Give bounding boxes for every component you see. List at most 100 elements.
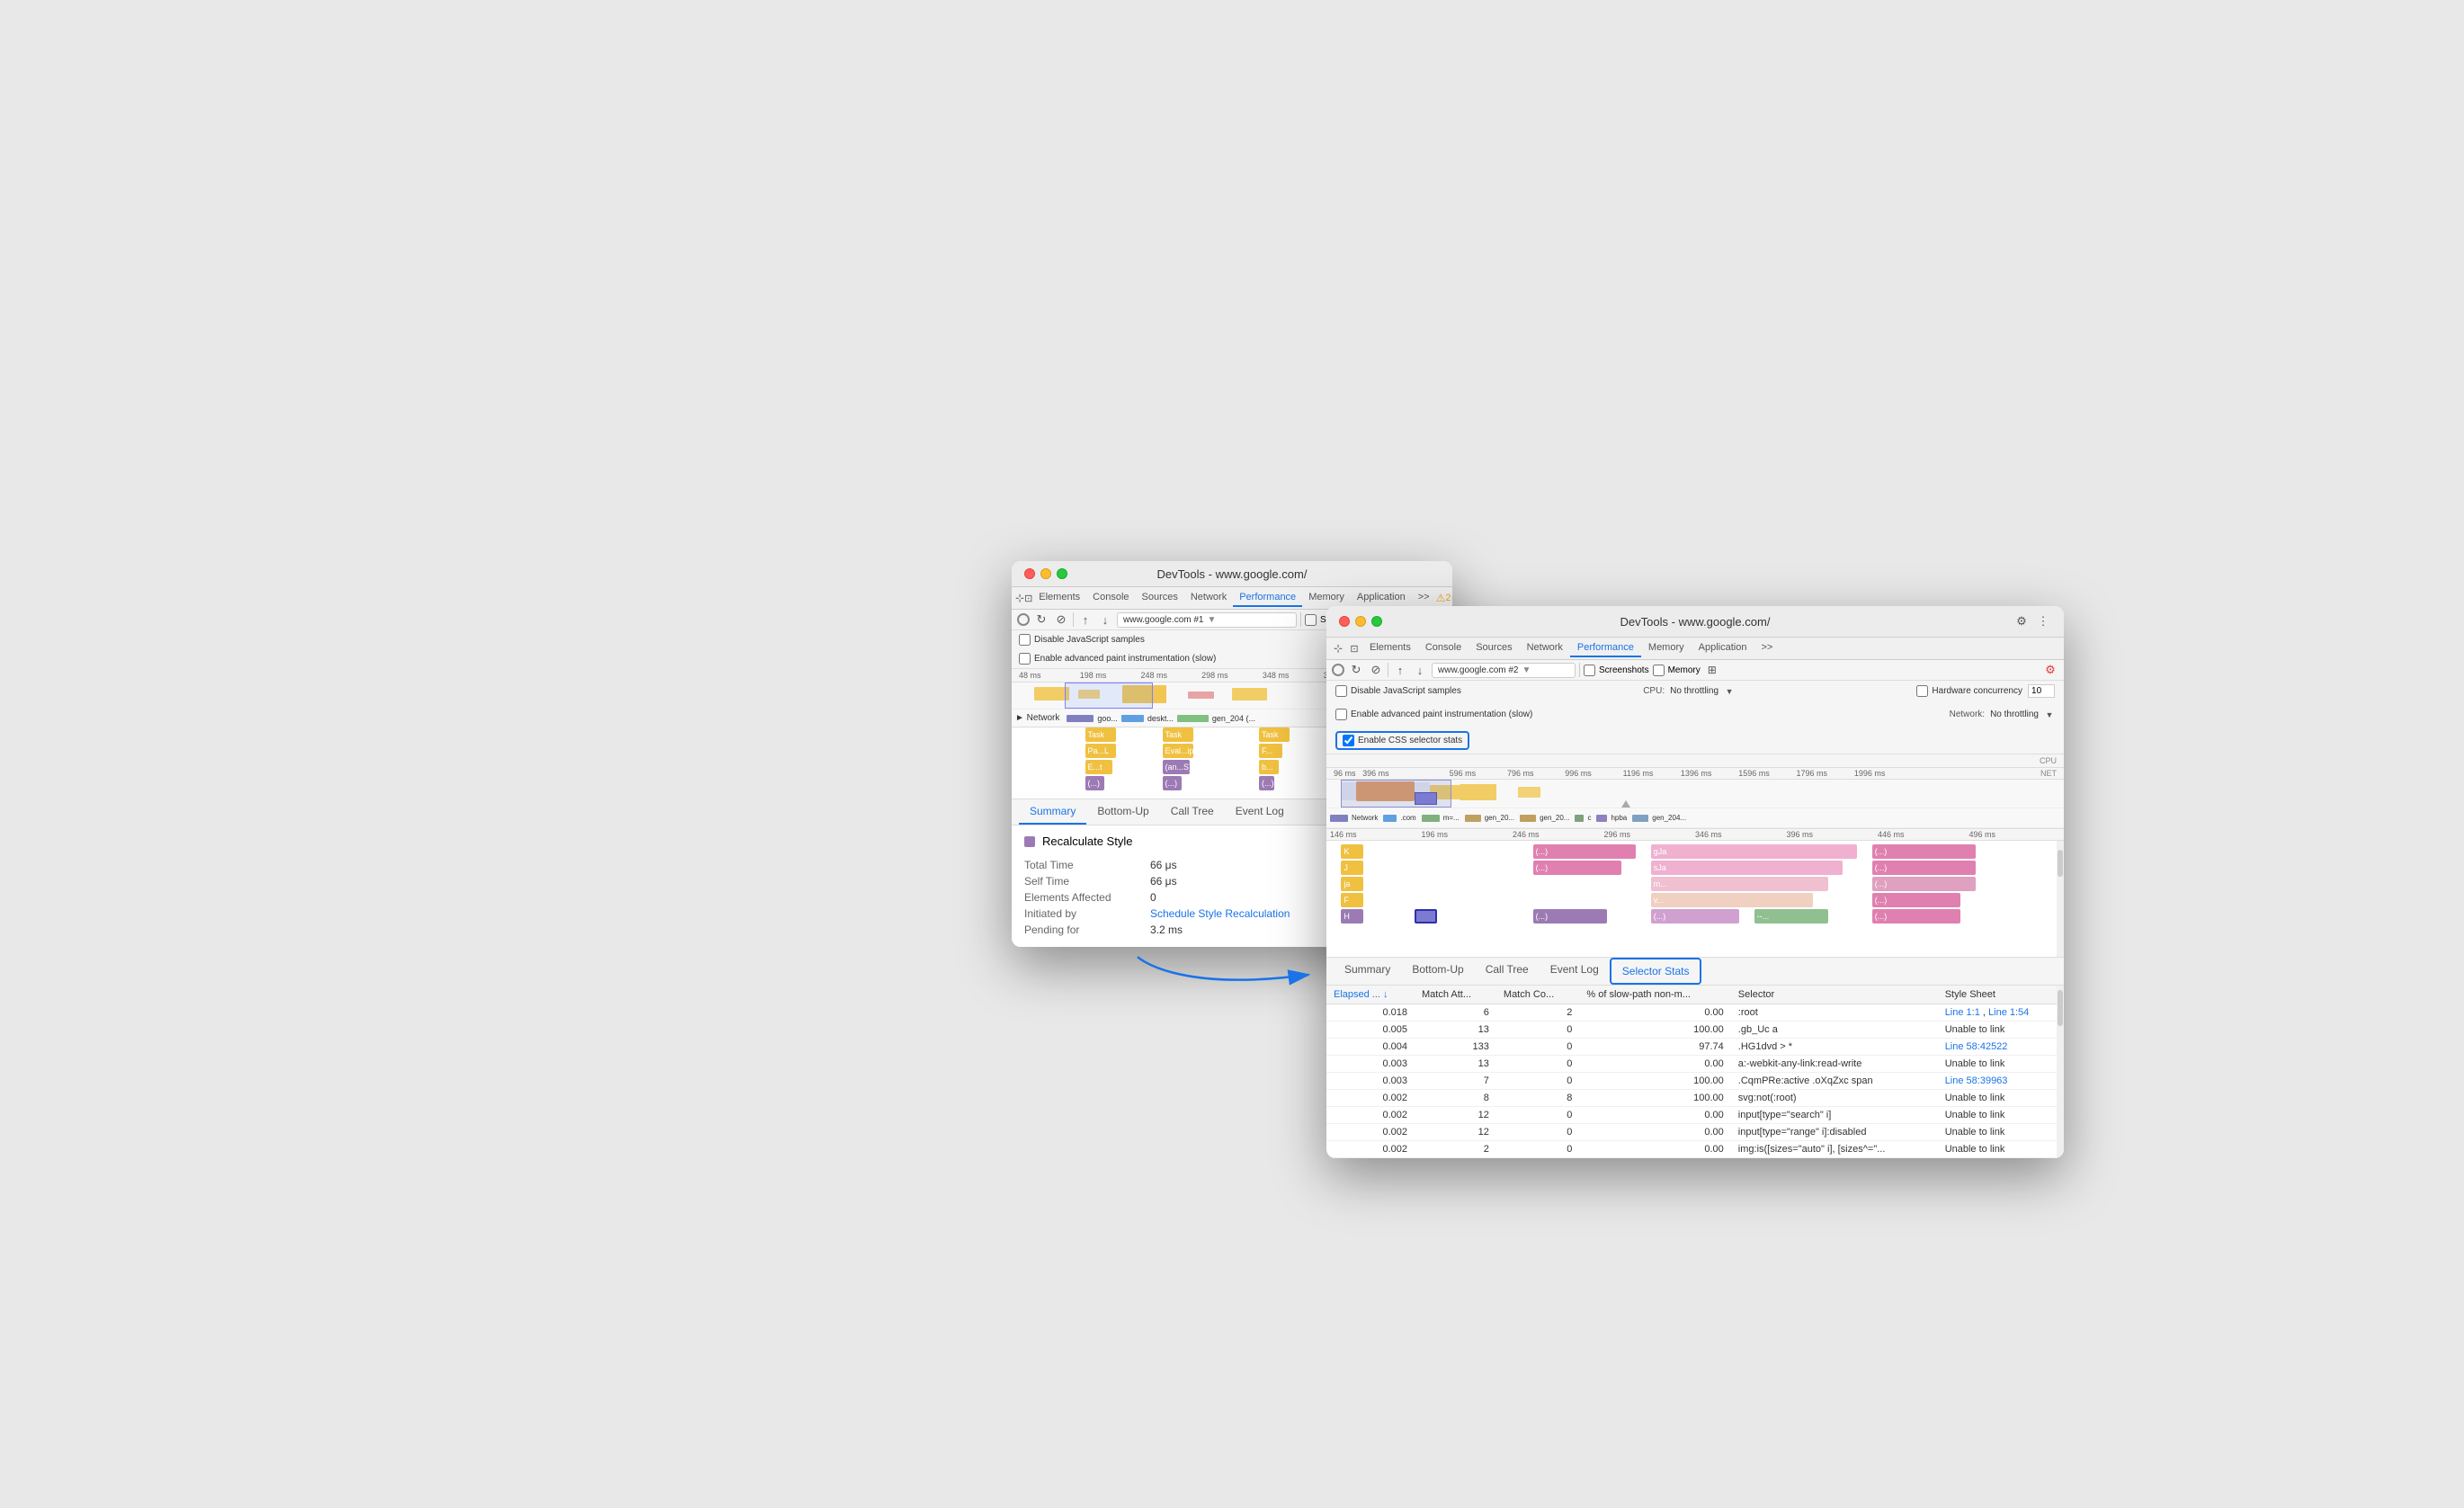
warning-icon[interactable]: ⚠ [1436, 590, 1446, 606]
flame-block-ja[interactable]: ja [1341, 877, 1363, 891]
tab-console-back[interactable]: Console [1086, 589, 1135, 607]
flame-block[interactable]: E...t [1085, 760, 1112, 774]
hardware-value-input[interactable] [2028, 684, 2055, 698]
timeline-overview-front[interactable]: Network .com m=... gen_20... gen_20... c… [1326, 780, 2064, 829]
flame-block-dots1[interactable]: (...) [1533, 844, 1637, 859]
settings-icon[interactable]: ⚙ [1451, 590, 1453, 606]
screenshot-checkbox-front[interactable]: Screenshots [1584, 665, 1649, 676]
settings-icon-front[interactable]: ⚙ [2013, 613, 2030, 629]
flame-block-dash[interactable]: --... [1754, 909, 1828, 924]
enable-paint-front[interactable]: Enable advanced paint instrumentation (s… [1335, 709, 1532, 720]
tab-network-front[interactable]: Network [1520, 639, 1570, 657]
screenshot-checkbox-input-back[interactable] [1305, 614, 1317, 626]
url-dropdown-back[interactable]: ▼ [1208, 615, 1217, 625]
flame-block-gja[interactable]: gJa [1651, 844, 1858, 859]
flame-block[interactable]: Pa...L [1085, 744, 1116, 758]
css-selector-stats-input[interactable] [1343, 735, 1354, 746]
clear-button-back[interactable]: ⊘ [1053, 611, 1069, 628]
style-sheet-link[interactable]: Line 58:39963 [1945, 1075, 2008, 1086]
cache-icon-front[interactable]: ⊞ [1704, 662, 1720, 678]
flame-block-dots4[interactable]: (...) [1872, 861, 1976, 875]
flame-block-dots2[interactable]: (...) [1872, 844, 1976, 859]
flame-chart-scrollbar[interactable] [2057, 841, 2064, 957]
selector-stats-table-container[interactable]: Elapsed ... ↓ Match Att... Match Co... %… [1326, 986, 2064, 1158]
tab-event-log-back[interactable]: Event Log [1225, 799, 1295, 825]
inspect-icon[interactable]: ⊹ [1015, 590, 1024, 606]
col-selector[interactable]: Selector [1731, 986, 1938, 1004]
maximize-button-front[interactable] [1371, 616, 1382, 627]
maximize-button-back[interactable] [1057, 568, 1067, 579]
minimize-button-back[interactable] [1040, 568, 1051, 579]
clear-button-front[interactable]: ⊘ [1368, 662, 1384, 678]
tab-sources-back[interactable]: Sources [1136, 589, 1184, 607]
table-scrollbar[interactable] [2057, 986, 2064, 1158]
table-row[interactable]: 0.0031300.00a:-webkit-any-link:read-writ… [1326, 1056, 2064, 1073]
record-button-front[interactable] [1332, 664, 1344, 676]
tab-bottom-up-front[interactable]: Bottom-Up [1401, 958, 1474, 985]
cpu-dropdown-front[interactable]: ▼ [1724, 686, 1735, 697]
table-row[interactable]: 0.018620.00:rootLine 1:1 , Line 1:54 [1326, 1004, 2064, 1022]
more-icon-front[interactable]: ⋮ [2035, 613, 2051, 629]
col-elapsed[interactable]: Elapsed ... ↓ [1326, 986, 1415, 1004]
flame-block[interactable]: Eval...ipt [1163, 744, 1193, 758]
flame-block-h[interactable]: H [1341, 909, 1363, 924]
flame-block-v[interactable]: v... [1651, 893, 1813, 907]
tab-memory-front[interactable]: Memory [1641, 639, 1692, 657]
table-row[interactable]: 0.00288100.00svg:not(:root)Unable to lin… [1326, 1090, 2064, 1107]
scrollbar-thumb[interactable] [2058, 850, 2063, 877]
close-button-back[interactable] [1024, 568, 1035, 579]
flame-block-sja[interactable]: sJa [1651, 861, 1843, 875]
download-icon-front[interactable]: ↓ [1412, 662, 1428, 678]
record-button-back[interactable] [1017, 613, 1030, 626]
tab-performance-back[interactable]: Performance [1233, 589, 1302, 607]
flame-block-m[interactable]: m... [1651, 877, 1828, 891]
table-row[interactable]: 0.0021200.00input[type="search" i]Unable… [1326, 1107, 2064, 1124]
close-button-front[interactable] [1339, 616, 1350, 627]
settings-icon-front2[interactable]: ⚙ [2042, 662, 2058, 678]
flame-block[interactable]: (an...S) [1163, 760, 1190, 774]
table-scrollbar-thumb[interactable] [2058, 990, 2063, 1026]
flame-block-dots8[interactable]: (...) [1651, 909, 1739, 924]
tab-sources-front[interactable]: Sources [1469, 639, 1519, 657]
disable-js-samples-back[interactable]: Disable JavaScript samples [1019, 634, 1145, 646]
inspect-icon-front[interactable]: ⊹ [1330, 640, 1346, 656]
table-row[interactable]: 0.004133097.74.HG1dvd > *Line 58:42522 [1326, 1039, 2064, 1056]
table-row[interactable]: 0.0021200.00input[type="range" i]:disabl… [1326, 1124, 2064, 1141]
tab-more-back[interactable]: >> [1412, 589, 1436, 607]
tab-call-tree-front[interactable]: Call Tree [1475, 958, 1540, 985]
flame-block[interactable]: Task [1085, 727, 1116, 742]
flame-block[interactable]: Task [1163, 727, 1193, 742]
flame-block-dots9[interactable]: (...) [1872, 909, 1960, 924]
flame-block[interactable]: Task [1259, 727, 1290, 742]
tab-bottom-up-back[interactable]: Bottom-Up [1086, 799, 1159, 825]
flame-block[interactable]: (...) [1259, 776, 1274, 790]
tab-memory-back[interactable]: Memory [1302, 589, 1351, 607]
download-icon[interactable]: ↓ [1097, 611, 1113, 628]
tab-network-back[interactable]: Network [1184, 589, 1233, 607]
col-match-attempts[interactable]: Match Att... [1415, 986, 1496, 1004]
flame-block[interactable]: b... [1259, 760, 1279, 774]
tab-selector-stats-front[interactable]: Selector Stats [1610, 958, 1702, 985]
upload-icon-front[interactable]: ↑ [1392, 662, 1408, 678]
flame-block-dots6[interactable]: (...) [1872, 893, 1960, 907]
tab-application-back[interactable]: Application [1351, 589, 1412, 607]
hardware-concurrency-front[interactable]: Hardware concurrency [1916, 685, 2022, 697]
flame-block-f[interactable]: F [1341, 893, 1363, 907]
tab-elements-back[interactable]: Elements [1032, 589, 1086, 607]
flame-block[interactable]: F... [1259, 744, 1282, 758]
memory-checkbox-front[interactable]: Memory [1653, 665, 1701, 676]
flame-block-dots3[interactable]: (...) [1533, 861, 1621, 875]
tab-application-front[interactable]: Application [1692, 639, 1754, 657]
disable-js-samples-front[interactable]: Disable JavaScript samples [1335, 685, 1461, 697]
table-row[interactable]: 0.002200.00img:is([sizes="auto" i], [siz… [1326, 1141, 2064, 1158]
device-icon-front[interactable]: ⊡ [1346, 640, 1362, 656]
flame-chart-front[interactable]: K (...) gJa (...) J (...) sJa (...) ja m… [1326, 841, 2064, 958]
reload-button-front[interactable]: ↻ [1348, 662, 1364, 678]
style-sheet-link[interactable]: Line 1:1 [1945, 1007, 1980, 1018]
tab-more-front[interactable]: >> [1754, 639, 1780, 657]
col-slow-path[interactable]: % of slow-path non-m... [1579, 986, 1730, 1004]
table-row[interactable]: 0.005130100.00.gb_Uc aUnable to link [1326, 1022, 2064, 1039]
flame-block-j[interactable]: J [1341, 861, 1363, 875]
style-sheet-link[interactable]: Line 58:42522 [1945, 1041, 2008, 1052]
tab-call-tree-back[interactable]: Call Tree [1160, 799, 1225, 825]
